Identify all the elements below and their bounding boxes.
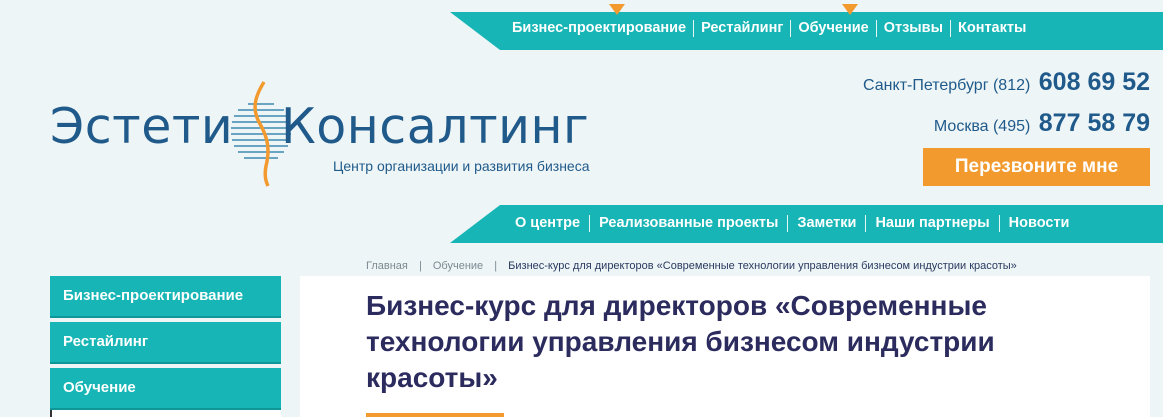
sub-nav-projects[interactable]: Реализованные проекты — [590, 214, 789, 232]
phone-number[interactable]: 877 58 79 — [1039, 109, 1150, 137]
logo-word-left: Эстети — [50, 98, 234, 155]
top-nav-restyling[interactable]: Рестайлинг — [694, 19, 792, 37]
breadcrumb-section[interactable]: Обучение — [433, 260, 483, 272]
title-underline — [366, 413, 504, 417]
breadcrumb-separator: | — [418, 260, 422, 272]
logo-word-right: Консалтинг — [281, 98, 590, 155]
sub-nav-items: О центре Реализованные проекты Заметки Н… — [515, 205, 1078, 241]
breadcrumb: Главная | Обучение | Бизнес-курс для дир… — [366, 260, 1017, 272]
breadcrumb-separator: | — [494, 260, 498, 272]
phone-spb: Санкт-Петербург (812) 608 69 52 — [863, 68, 1150, 97]
sidebar: Бизнес-проектирование Рестайлинг Обучени… — [50, 276, 281, 414]
sidebar-item-restyling[interactable]: Рестайлинг — [50, 322, 281, 362]
sidebar-item-training[interactable]: Обучение — [50, 368, 281, 408]
sub-nav-about[interactable]: О центре — [515, 214, 591, 232]
sidebar-item-business-design[interactable]: Бизнес-проектирование — [50, 276, 281, 316]
sub-nav-notes[interactable]: Заметки — [788, 214, 867, 232]
phone-number[interactable]: 608 69 52 — [1039, 68, 1150, 96]
sub-nav-news[interactable]: Новости — [1000, 215, 1079, 232]
logo-tagline: Центр организации и развития бизнеса — [333, 158, 590, 174]
sub-nav: О центре Реализованные проекты Заметки Н… — [450, 205, 1163, 245]
page-title: Бизнес-курс для директоров «Современные … — [366, 290, 995, 393]
sub-nav-partners[interactable]: Наши партнеры — [866, 214, 1000, 232]
top-nav-items: Бизнес-проектирование Рестайлинг Обучени… — [512, 10, 1033, 46]
top-nav-business-design[interactable]: Бизнес-проектирование — [512, 19, 695, 37]
top-nav: Бизнес-проектирование Рестайлинг Обучени… — [450, 4, 1163, 52]
sidebar-submenu — [50, 410, 281, 417]
breadcrumb-current: Бизнес-курс для директоров «Современные … — [508, 260, 1017, 272]
callback-button[interactable]: Перезвоните мне — [923, 148, 1150, 186]
top-nav-training[interactable]: Обучение — [791, 19, 877, 37]
phone-city: Санкт-Петербург (812) — [863, 77, 1031, 94]
top-nav-reviews[interactable]: Отзывы — [877, 19, 951, 37]
top-nav-contacts[interactable]: Контакты — [951, 20, 1033, 37]
breadcrumb-home[interactable]: Главная — [366, 260, 408, 272]
site-logo[interactable]: Эстети Консалтинг Центр организации и ра… — [50, 80, 610, 190]
phone-city: Москва (495) — [933, 118, 1031, 135]
phone-moscow: Москва (495) 877 58 79 — [934, 109, 1150, 138]
